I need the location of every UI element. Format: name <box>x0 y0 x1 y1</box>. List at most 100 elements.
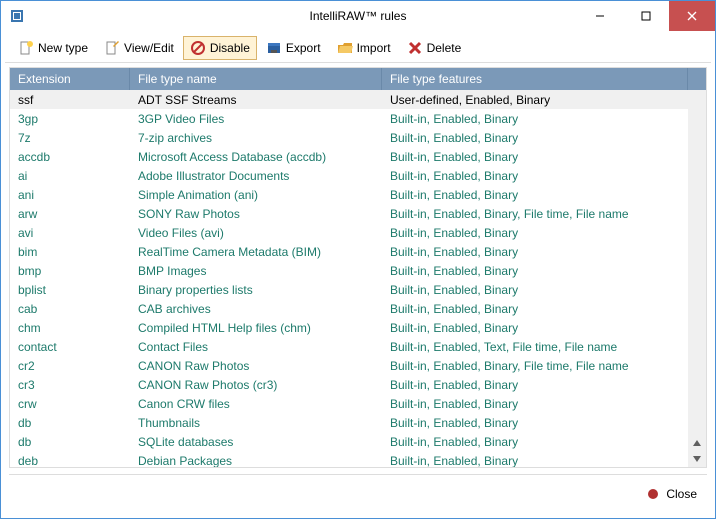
cell-features: Built-in, Enabled, Binary <box>382 188 688 202</box>
cell-name: CANON Raw Photos <box>130 359 382 373</box>
cell-extension: db <box>10 435 130 449</box>
table-row[interactable]: bimRealTime Camera Metadata (BIM)Built-i… <box>10 242 688 261</box>
close-button[interactable]: Close <box>666 487 697 501</box>
cell-features: Built-in, Enabled, Binary <box>382 435 688 449</box>
cell-name: CAB archives <box>130 302 382 316</box>
cell-name: 7-zip archives <box>130 131 382 145</box>
cell-extension: deb <box>10 454 130 468</box>
column-extension[interactable]: Extension <box>10 68 130 90</box>
cell-extension: avi <box>10 226 130 240</box>
cell-features: Built-in, Enabled, Binary <box>382 112 688 126</box>
table-row[interactable]: debDebian PackagesBuilt-in, Enabled, Bin… <box>10 451 688 467</box>
vertical-scrollbar[interactable] <box>688 90 706 467</box>
table-row[interactable]: cr3CANON Raw Photos (cr3)Built-in, Enabl… <box>10 375 688 394</box>
cell-extension: cr3 <box>10 378 130 392</box>
cell-features: Built-in, Enabled, Binary <box>382 378 688 392</box>
table-row[interactable]: contactContact FilesBuilt-in, Enabled, T… <box>10 337 688 356</box>
table-row[interactable]: aviVideo Files (avi)Built-in, Enabled, B… <box>10 223 688 242</box>
maximize-button[interactable] <box>623 1 669 31</box>
export-button[interactable]: Export <box>259 36 328 60</box>
new-type-button[interactable]: New type <box>11 36 95 60</box>
window-controls <box>577 1 715 31</box>
minimize-button[interactable] <box>577 1 623 31</box>
cell-features: Built-in, Enabled, Binary <box>382 245 688 259</box>
table-row[interactable]: cr2CANON Raw PhotosBuilt-in, Enabled, Bi… <box>10 356 688 375</box>
disable-button[interactable]: Disable <box>183 36 257 60</box>
cell-features: Built-in, Enabled, Binary <box>382 226 688 240</box>
cell-features: Built-in, Enabled, Binary <box>382 131 688 145</box>
view-edit-label: View/Edit <box>124 41 174 55</box>
cell-name: BMP Images <box>130 264 382 278</box>
cell-features: Built-in, Enabled, Binary <box>382 283 688 297</box>
delete-button[interactable]: Delete <box>400 36 469 60</box>
cell-name: Video Files (avi) <box>130 226 382 240</box>
rules-grid: Extension File type name File type featu… <box>9 67 707 468</box>
table-row[interactable]: dbSQLite databasesBuilt-in, Enabled, Bin… <box>10 432 688 451</box>
cell-extension: contact <box>10 340 130 354</box>
table-row[interactable]: 7z7-zip archivesBuilt-in, Enabled, Binar… <box>10 128 688 147</box>
cell-name: Binary properties lists <box>130 283 382 297</box>
export-icon <box>266 40 282 56</box>
table-row[interactable]: crwCanon CRW filesBuilt-in, Enabled, Bin… <box>10 394 688 413</box>
cell-extension: bim <box>10 245 130 259</box>
cell-name: Contact Files <box>130 340 382 354</box>
cell-name: Compiled HTML Help files (chm) <box>130 321 382 335</box>
table-row[interactable]: accdbMicrosoft Access Database (accdb)Bu… <box>10 147 688 166</box>
table-row[interactable]: 3gp3GP Video FilesBuilt-in, Enabled, Bin… <box>10 109 688 128</box>
disable-icon <box>190 40 206 56</box>
scroll-down-icon[interactable] <box>689 451 705 467</box>
cell-name: SQLite databases <box>130 435 382 449</box>
grid-header: Extension File type name File type featu… <box>10 68 706 90</box>
cell-extension: cab <box>10 302 130 316</box>
cell-features: Built-in, Enabled, Binary <box>382 321 688 335</box>
new-type-label: New type <box>38 41 88 55</box>
cell-features: Built-in, Enabled, Binary <box>382 264 688 278</box>
table-row[interactable]: arwSONY Raw PhotosBuilt-in, Enabled, Bin… <box>10 204 688 223</box>
export-label: Export <box>286 41 321 55</box>
delete-icon <box>407 40 423 56</box>
table-row[interactable]: aniSimple Animation (ani)Built-in, Enabl… <box>10 185 688 204</box>
cell-name: CANON Raw Photos (cr3) <box>130 378 382 392</box>
cell-extension: crw <box>10 397 130 411</box>
cell-name: Thumbnails <box>130 416 382 430</box>
import-icon <box>337 40 353 56</box>
scroll-up-icon[interactable] <box>689 435 705 451</box>
cell-name: Canon CRW files <box>130 397 382 411</box>
cell-extension: ani <box>10 188 130 202</box>
cell-name: ADT SSF Streams <box>130 93 382 107</box>
column-name[interactable]: File type name <box>130 68 382 90</box>
cell-extension: chm <box>10 321 130 335</box>
cell-extension: db <box>10 416 130 430</box>
toolbar: New type View/Edit Disable Export Import… <box>5 33 711 63</box>
cell-extension: 7z <box>10 131 130 145</box>
cell-extension: accdb <box>10 150 130 164</box>
cell-name: SONY Raw Photos <box>130 207 382 221</box>
cell-extension: arw <box>10 207 130 221</box>
table-row[interactable]: ssfADT SSF StreamsUser-defined, Enabled,… <box>10 90 688 109</box>
cell-extension: ai <box>10 169 130 183</box>
table-row[interactable]: cabCAB archivesBuilt-in, Enabled, Binary <box>10 299 688 318</box>
cell-extension: 3gp <box>10 112 130 126</box>
cell-features: Built-in, Enabled, Binary <box>382 302 688 316</box>
view-edit-button[interactable]: View/Edit <box>97 36 181 60</box>
cell-name: Adobe Illustrator Documents <box>130 169 382 183</box>
new-type-icon <box>18 40 34 56</box>
import-button[interactable]: Import <box>330 36 398 60</box>
table-row[interactable]: aiAdobe Illustrator DocumentsBuilt-in, E… <box>10 166 688 185</box>
cell-extension: bplist <box>10 283 130 297</box>
grid-body[interactable]: ssfADT SSF StreamsUser-defined, Enabled,… <box>10 90 688 467</box>
app-icon <box>9 8 25 24</box>
table-row[interactable]: bplistBinary properties listsBuilt-in, E… <box>10 280 688 299</box>
table-row[interactable]: bmpBMP ImagesBuilt-in, Enabled, Binary <box>10 261 688 280</box>
cell-features: Built-in, Enabled, Binary <box>382 397 688 411</box>
table-row[interactable]: dbThumbnailsBuilt-in, Enabled, Binary <box>10 413 688 432</box>
footer: Close <box>9 474 707 512</box>
view-edit-icon <box>104 40 120 56</box>
cell-name: RealTime Camera Metadata (BIM) <box>130 245 382 259</box>
cell-name: Debian Packages <box>130 454 382 468</box>
cell-name: Simple Animation (ani) <box>130 188 382 202</box>
cell-features: Built-in, Enabled, Binary <box>382 150 688 164</box>
close-window-button[interactable] <box>669 1 715 31</box>
column-features[interactable]: File type features <box>382 68 688 90</box>
table-row[interactable]: chmCompiled HTML Help files (chm)Built-i… <box>10 318 688 337</box>
